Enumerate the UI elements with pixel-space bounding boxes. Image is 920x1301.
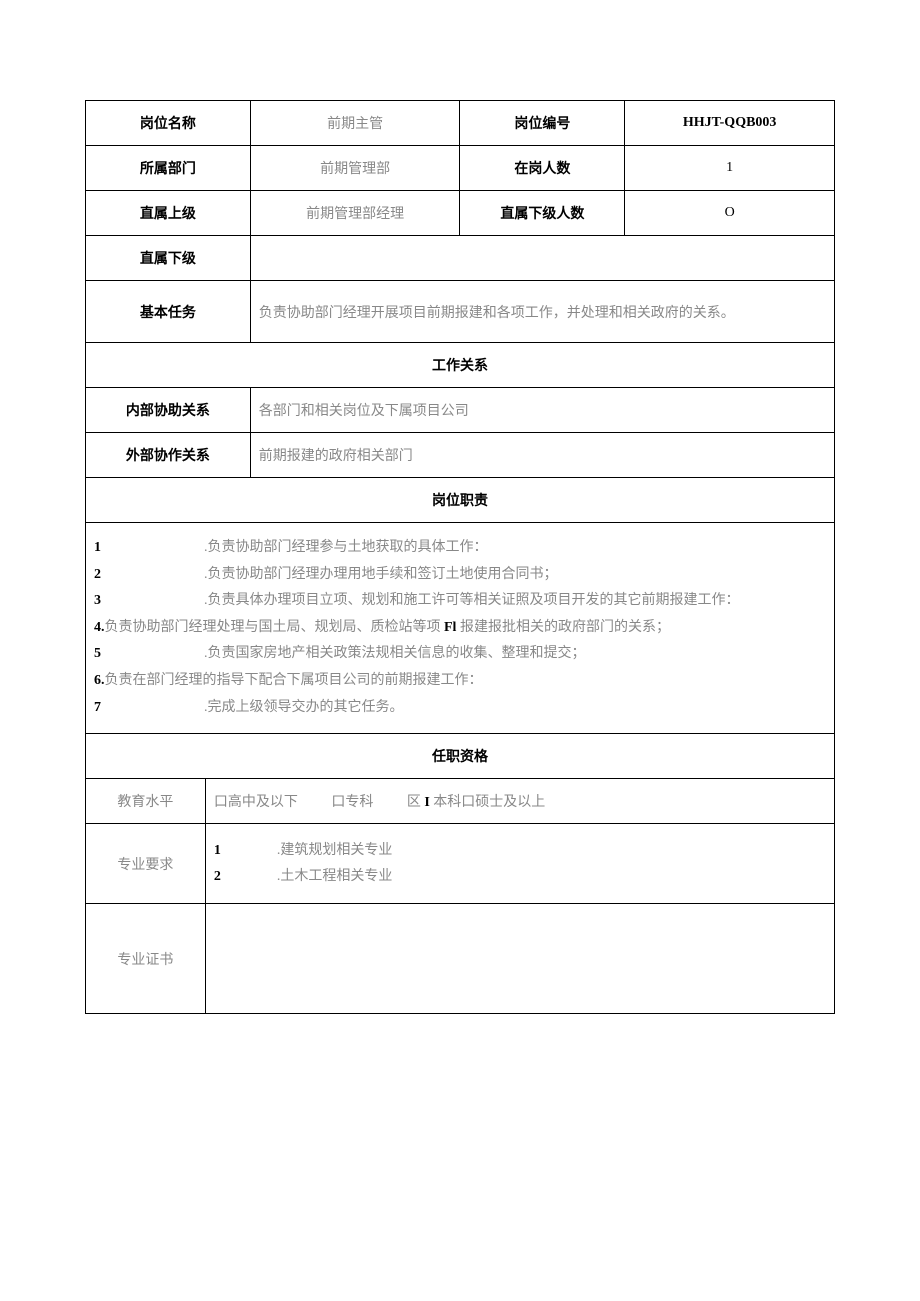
responsibilities-header: 岗位职责 [86,478,835,523]
internal-relation-value: 各部门和相关岗位及下属项目公司 [250,388,834,433]
headcount-value: 1 [625,146,835,191]
responsibility-item: 7.完成上级领导交办的其它任务。 [94,695,826,722]
responsibilities-cell: 1.负责协助部门经理参与土地获取的具体工作：2.负责协助部门经理办理用地手续和签… [86,523,835,734]
headcount-label: 在岗人数 [460,146,625,191]
position-name-label: 岗位名称 [86,101,251,146]
edu-opt-college: 口专科 [331,791,373,811]
responsibility-item: 4.负责协助部门经理处理与国土局、规划局、质检站等项 Fl 报建报批相关的政府部… [94,615,826,642]
responsibility-item: 5.负责国家房地产相关政策法规相关信息的收集、整理和提交； [94,641,826,668]
basic-task-value: 负责协助部门经理开展项目前期报建和各项工作，并处理和相关政府的关系。 [250,281,834,343]
external-relation-value: 前期报建的政府相关部门 [250,433,834,478]
qualifications-header: 任职资格 [86,734,835,779]
row-responsibilities-header: 岗位职责 [86,478,835,523]
row-internal-relation: 内部协助关系 各部门和相关岗位及下属项目公司 [86,388,835,433]
row-cert: 专业证书 [86,904,835,1014]
education-label: 教育水平 [86,779,206,824]
position-code-value: HHJT-QQB003 [625,101,835,146]
position-code-label: 岗位编号 [460,101,625,146]
department-label: 所属部门 [86,146,251,191]
responsibility-item: 2.负责协助部门经理办理用地手续和签订土地使用合同书； [94,562,826,589]
major-item: 1.建筑规划相关专业 [214,838,826,863]
education-options: 口高中及以下 口专科 区 I 本科口硕士及以上 [205,779,834,824]
supervisor-label: 直属上级 [86,191,251,236]
major-cell: 1.建筑规划相关专业2.土木工程相关专业 [205,824,834,904]
responsibility-item: 1.负责协助部门经理参与土地获取的具体工作： [94,535,826,562]
edu-opt-highschool: 口高中及以下 [214,791,298,811]
cert-value [205,904,834,1014]
edu-opt-bachelor-master: 区 I 本科口硕士及以上 [407,791,545,811]
row-supervisor: 直属上级 前期管理部经理 直属下级人数 O [86,191,835,236]
major-item: 2.土木工程相关专业 [214,864,826,889]
responsibility-item: 6.负责在部门经理的指导下配合下属项目公司的前期报建工作： [94,668,826,695]
subordinate-count-label: 直属下级人数 [460,191,625,236]
work-relations-header: 工作关系 [86,343,835,388]
row-basic-task: 基本任务 负责协助部门经理开展项目前期报建和各项工作，并处理和相关政府的关系。 [86,281,835,343]
row-subordinate: 直属下级 [86,236,835,281]
qualifications-table: 教育水平 口高中及以下 口专科 区 I 本科口硕士及以上 专业要求 1.建筑规划… [85,779,835,1014]
edu-opt3-suffix: 本科口硕士及以上 [430,795,546,810]
job-description-table: 岗位名称 前期主管 岗位编号 HHJT-QQB003 所属部门 前期管理部 在岗… [85,100,835,779]
row-education: 教育水平 口高中及以下 口专科 区 I 本科口硕士及以上 [86,779,835,824]
row-relations-header: 工作关系 [86,343,835,388]
row-responsibilities-body: 1.负责协助部门经理参与土地获取的具体工作：2.负责协助部门经理办理用地手续和签… [86,523,835,734]
responsibility-item: 3.负责具体办理项目立项、规划和施工许可等相关证照及项目开发的其它前期报建工作： [94,588,826,615]
external-relation-label: 外部协作关系 [86,433,251,478]
row-external-relation: 外部协作关系 前期报建的政府相关部门 [86,433,835,478]
subordinate-label: 直属下级 [86,236,251,281]
row-department: 所属部门 前期管理部 在岗人数 1 [86,146,835,191]
cert-label: 专业证书 [86,904,206,1014]
position-name-value: 前期主管 [250,101,460,146]
subordinate-value [250,236,834,281]
department-value: 前期管理部 [250,146,460,191]
major-label: 专业要求 [86,824,206,904]
subordinate-count-value: O [625,191,835,236]
supervisor-value: 前期管理部经理 [250,191,460,236]
row-major: 专业要求 1.建筑规划相关专业2.土木工程相关专业 [86,824,835,904]
row-qualifications-header: 任职资格 [86,734,835,779]
internal-relation-label: 内部协助关系 [86,388,251,433]
edu-opt3-prefix: 区 [407,795,425,810]
basic-task-label: 基本任务 [86,281,251,343]
row-position-name: 岗位名称 前期主管 岗位编号 HHJT-QQB003 [86,101,835,146]
